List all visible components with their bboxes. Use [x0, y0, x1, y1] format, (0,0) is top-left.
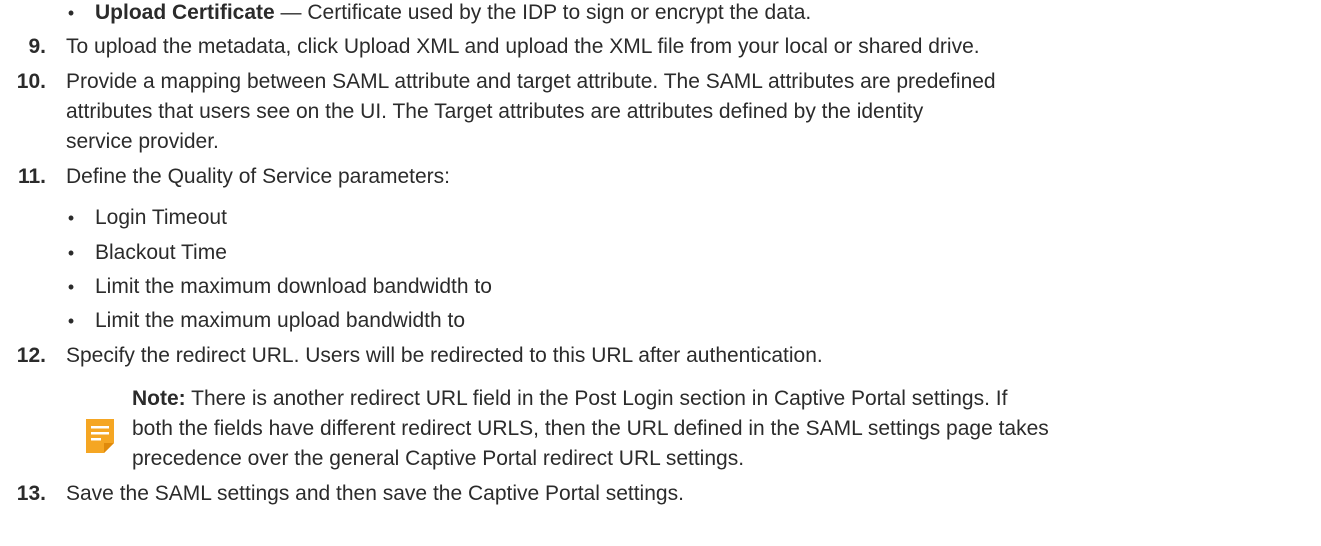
- step-10-line-2: attributes that users see on the UI. The…: [66, 100, 924, 123]
- step-number-10: 10.: [16, 70, 46, 93]
- upload-certificate-item: Upload Certificate — Certificate used by…: [95, 0, 811, 26]
- note-line-2: both the fields have different redirect …: [132, 417, 1049, 440]
- qos-blackout-time: Blackout Time: [95, 241, 227, 264]
- step-9-text: To upload the metadata, click Upload XML…: [66, 35, 980, 58]
- qos-login-timeout: Login Timeout: [95, 206, 227, 229]
- step-11-text: Define the Quality of Service parameters…: [66, 165, 451, 188]
- bullet-marker: •: [67, 208, 75, 228]
- bullet-marker: •: [67, 311, 75, 331]
- note-label: Note:: [132, 387, 186, 410]
- qos-upload-bandwidth: Limit the maximum upload bandwidth to: [95, 309, 466, 332]
- note-text-1: There is another redirect URL field in t…: [185, 387, 1008, 410]
- step-12-text: Specify the redirect URL. Users will be …: [66, 344, 823, 367]
- upload-certificate-text: — Certificate used by the IDP to sign or…: [274, 1, 812, 24]
- bullet-marker: •: [67, 243, 75, 263]
- step-number-13: 13.: [16, 482, 46, 505]
- step-10-line-1: Provide a mapping between SAML attribute…: [66, 70, 996, 93]
- bullet-marker: •: [67, 277, 75, 297]
- note-icon: [84, 417, 116, 455]
- note-line-3: precedence over the general Captive Port…: [132, 447, 745, 470]
- note-line-1: Note: There is another redirect URL fiel…: [132, 386, 1007, 412]
- qos-download-bandwidth: Limit the maximum download bandwidth to: [95, 275, 492, 298]
- step-10-line-3: service provider.: [66, 130, 219, 153]
- step-number-11: 11.: [17, 165, 46, 188]
- step-13-text: Save the SAML settings and then save the…: [66, 482, 684, 505]
- upload-certificate-label: Upload Certificate: [95, 1, 275, 24]
- step-number-12: 12.: [16, 344, 46, 367]
- step-number-9: 9.: [28, 35, 46, 58]
- bullet-marker: •: [67, 3, 75, 23]
